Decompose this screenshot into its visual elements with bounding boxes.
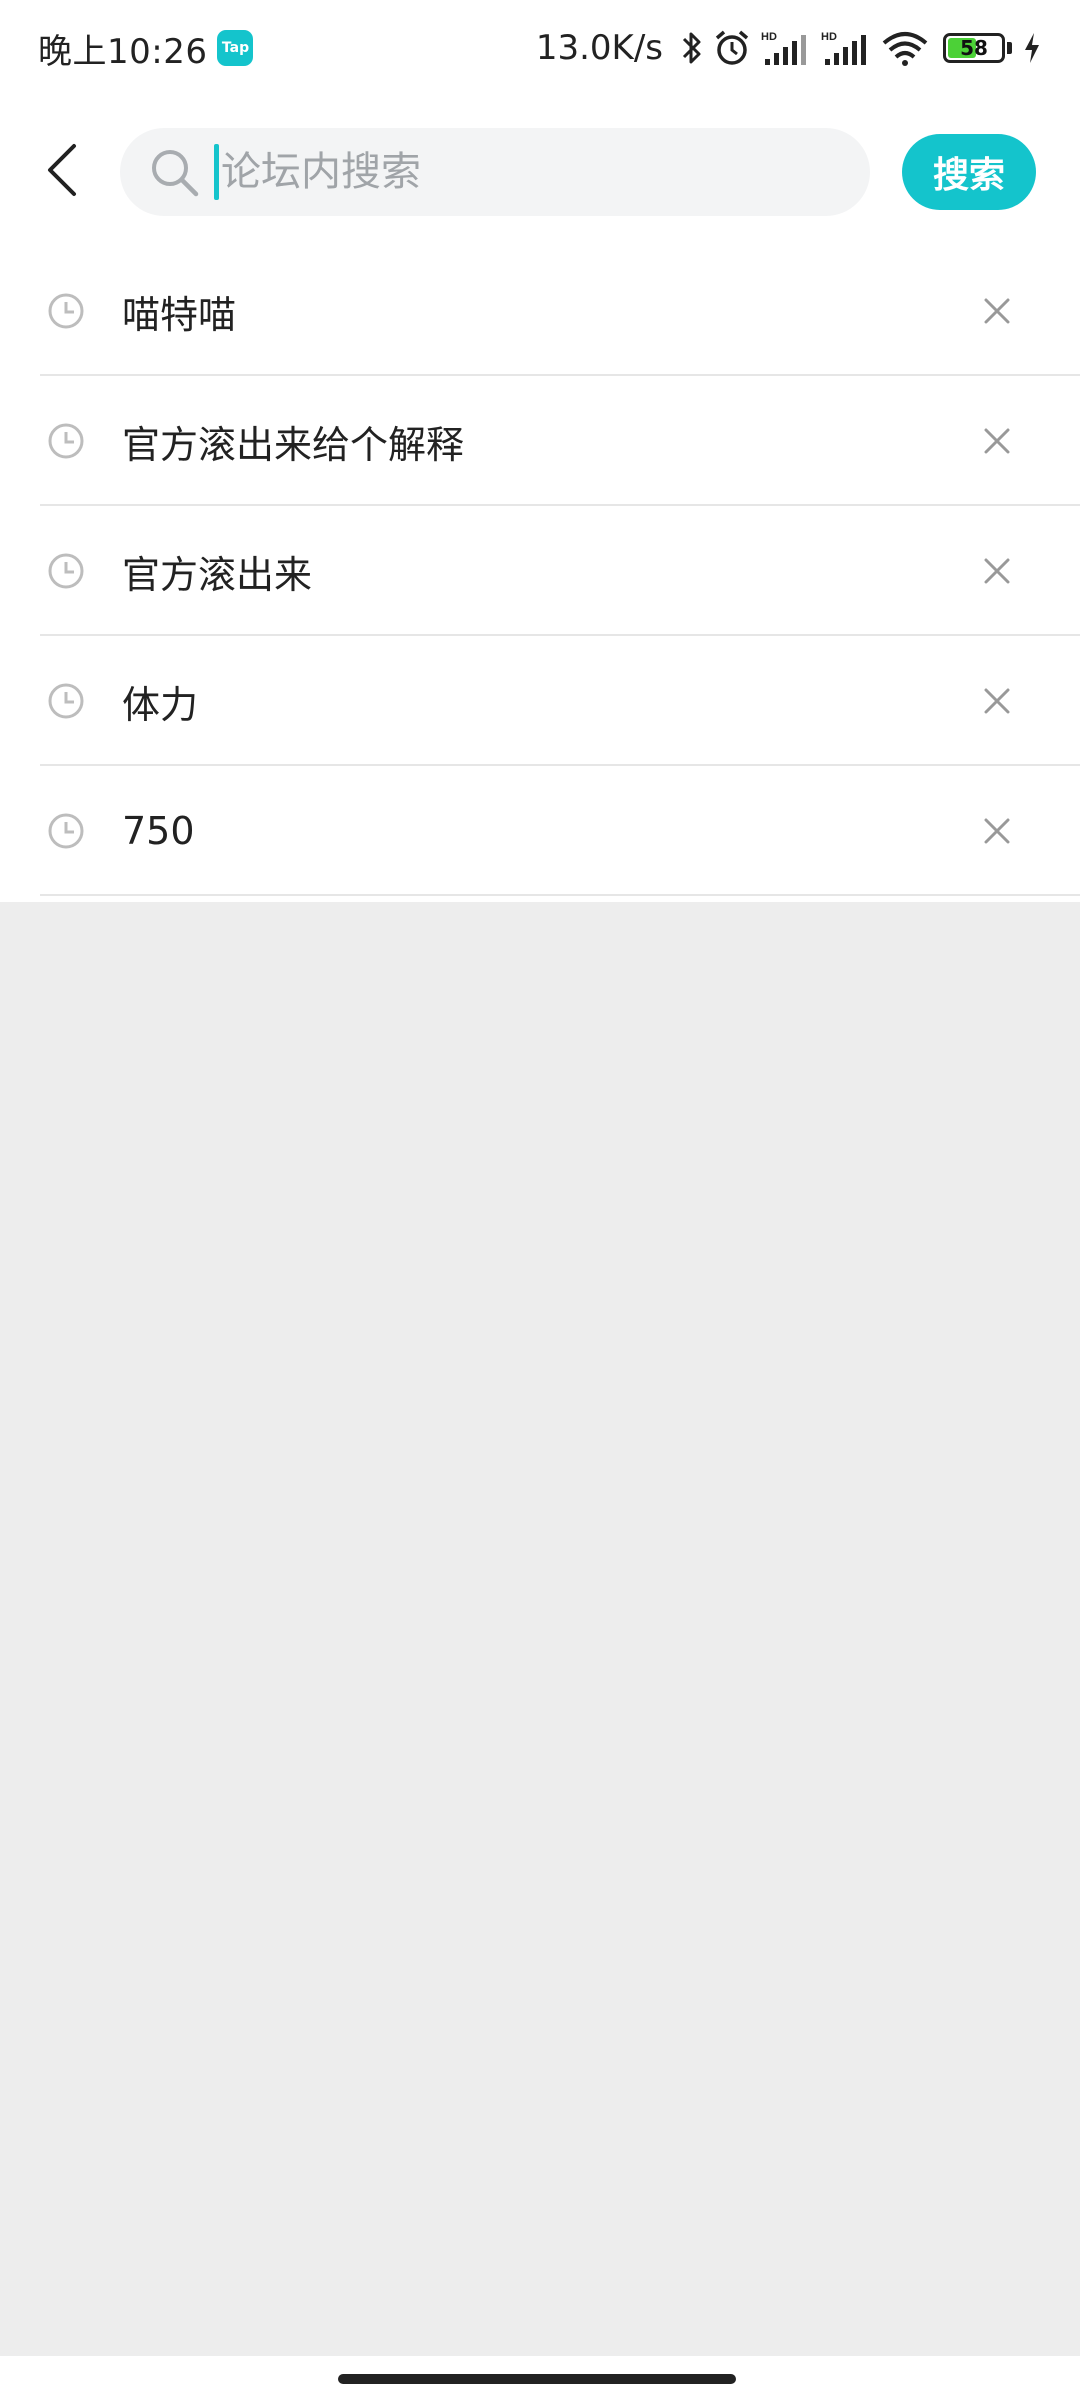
search-button[interactable]: 搜索: [902, 134, 1036, 210]
search-icon: [148, 146, 200, 198]
delete-history-button[interactable]: [975, 289, 1019, 333]
battery-level: 58: [960, 36, 988, 60]
close-icon: [984, 558, 1010, 584]
signal-hd-icon: HD: [821, 29, 871, 67]
svg-text:HD: HD: [821, 31, 837, 43]
back-button[interactable]: [30, 134, 94, 206]
history-item[interactable]: 官方滚出来给个解释: [0, 376, 1080, 506]
navigation-bar: [0, 2356, 1080, 2400]
search-header: 搜索: [0, 96, 1080, 246]
status-bar: 晚上10:26 Tap 13.0K/s HD HD 58: [0, 0, 1080, 96]
delete-history-button[interactable]: [975, 809, 1019, 853]
chevron-left-icon: [48, 144, 76, 196]
clock-icon: [48, 553, 84, 589]
svg-text:HD: HD: [761, 31, 777, 43]
delete-history-button[interactable]: [975, 419, 1019, 463]
history-item[interactable]: 喵特喵: [0, 246, 1080, 376]
status-time: 晚上10:26: [38, 31, 208, 72]
clock-icon: [48, 683, 84, 719]
status-right: 13.0K/s HD HD 58: [536, 28, 1042, 68]
tap-app-icon: Tap: [217, 30, 254, 66]
search-input[interactable]: [221, 142, 781, 202]
signal-hd-icon: HD: [761, 29, 811, 67]
history-item[interactable]: 官方滚出来: [0, 506, 1080, 636]
history-text: 体力: [122, 682, 199, 727]
close-icon: [984, 688, 1010, 714]
charging-icon: [1022, 31, 1042, 65]
text-cursor: [214, 144, 219, 200]
wifi-icon: [881, 29, 929, 67]
clock-icon: [48, 813, 84, 849]
network-speed: 13.0K/s: [535, 28, 663, 68]
clock-icon: [48, 293, 84, 329]
bluetooth-icon: [681, 30, 703, 66]
home-indicator[interactable]: [338, 2374, 736, 2384]
search-page: 晚上10:26 Tap 13.0K/s HD HD 58 论坛内搜索 搜索 喵特…: [0, 0, 1080, 2400]
history-text: 官方滚出来给个解释: [122, 422, 465, 467]
delete-history-button[interactable]: [975, 679, 1019, 723]
close-icon: [984, 298, 1010, 324]
history-item[interactable]: 750: [0, 766, 1080, 896]
status-left: 晚上10:26 Tap: [38, 24, 254, 73]
close-icon: [984, 818, 1010, 844]
search-box[interactable]: [120, 128, 870, 216]
close-icon: [984, 428, 1010, 454]
search-history-list: 喵特喵 官方滚出来给个解释 官方滚出来 体力 750: [0, 246, 1080, 902]
history-item[interactable]: 体力: [0, 636, 1080, 766]
history-text: 官方滚出来: [122, 552, 313, 597]
delete-history-button[interactable]: [975, 549, 1019, 593]
battery-tip: [1007, 42, 1012, 54]
history-text: 750: [122, 809, 195, 853]
alarm-icon: [713, 29, 751, 67]
history-text: 喵特喵: [122, 292, 237, 337]
battery-icon: 58: [943, 33, 1005, 63]
clock-icon: [48, 423, 84, 459]
